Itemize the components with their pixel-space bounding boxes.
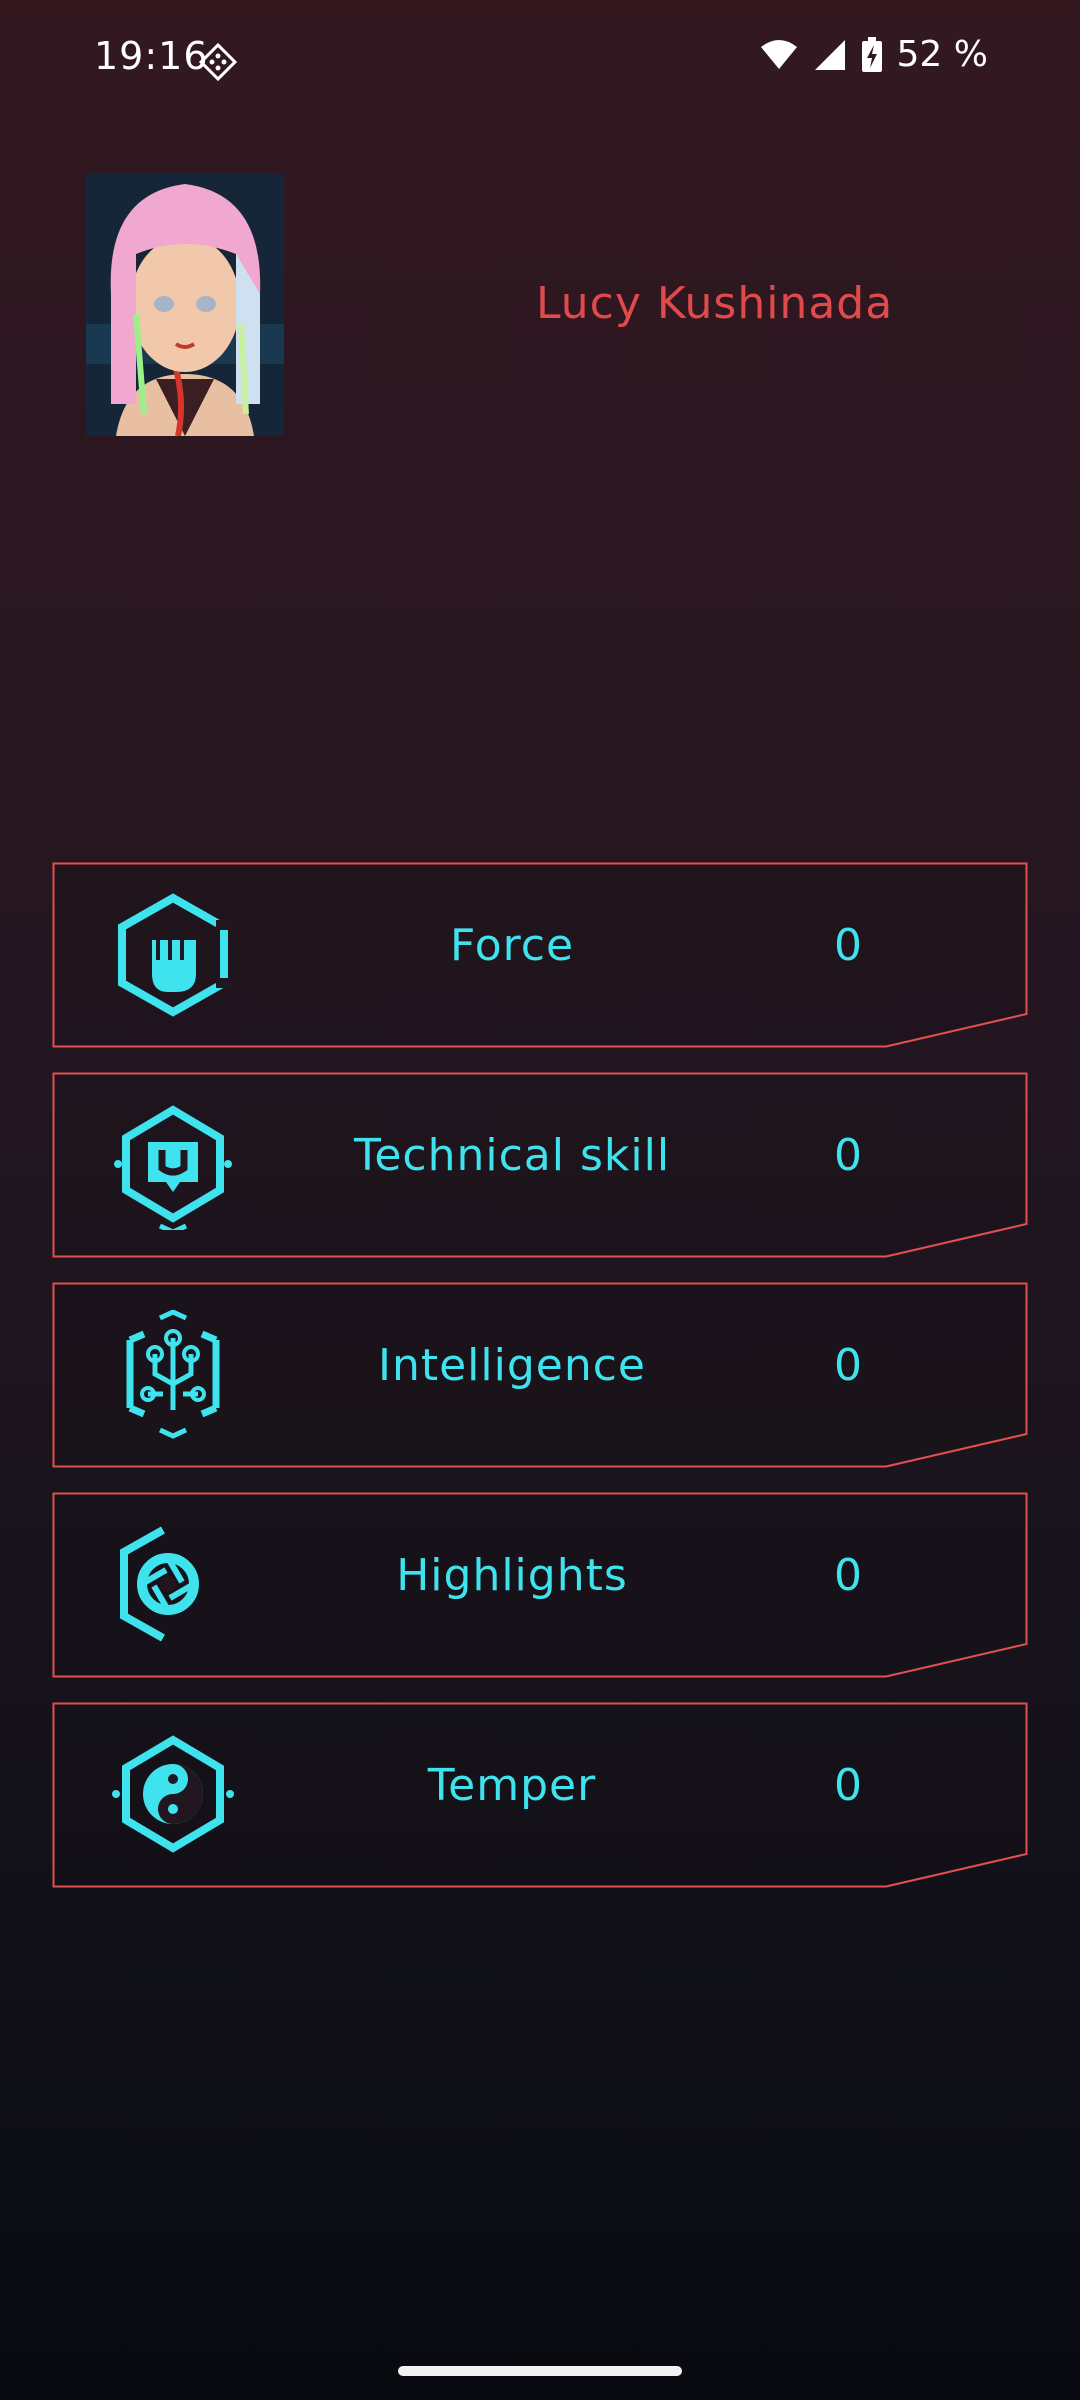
wrench-icon bbox=[114, 1105, 232, 1230]
avatar bbox=[86, 174, 284, 436]
stat-value: 0 bbox=[834, 1760, 862, 1811]
stat-card-intelligence[interactable]: Intelligence 0 bbox=[52, 1282, 1028, 1468]
stat-value: 0 bbox=[834, 920, 862, 971]
fist-icon bbox=[118, 893, 232, 1017]
clock: 19:16 bbox=[94, 34, 209, 78]
stat-label: Temper bbox=[427, 1760, 597, 1811]
character-name: Lucy Kushinada bbox=[536, 278, 894, 329]
navigation-handle[interactable] bbox=[398, 2366, 682, 2376]
stat-label: Technical skill bbox=[353, 1130, 671, 1181]
stat-label: Force bbox=[449, 920, 575, 971]
stat-card-technical-skill[interactable]: Technical skill 0 bbox=[52, 1072, 1028, 1258]
yin-yang-icon bbox=[112, 1735, 234, 1853]
stat-label: Highlights bbox=[396, 1550, 628, 1601]
wifi-icon bbox=[760, 39, 797, 69]
stat-value: 0 bbox=[834, 1340, 862, 1391]
aperture-icon bbox=[120, 1526, 199, 1642]
stat-value: 0 bbox=[834, 1130, 862, 1181]
stat-card-highlights[interactable]: Highlights 0 bbox=[52, 1492, 1028, 1678]
signal-icon bbox=[814, 39, 845, 70]
battery-percent: 52 % bbox=[896, 34, 988, 75]
status-bar: 19:16 52 % bbox=[0, 0, 1080, 120]
stat-card-temper[interactable]: Temper 0 bbox=[52, 1702, 1028, 1888]
stat-value: 0 bbox=[834, 1550, 862, 1601]
battery-charging-icon bbox=[861, 36, 882, 72]
notification-diamond-icon bbox=[198, 42, 238, 82]
stat-card-force[interactable]: Force 0 bbox=[52, 862, 1028, 1048]
stat-label: Intelligence bbox=[377, 1340, 646, 1391]
circuit-icon bbox=[126, 1310, 220, 1439]
status-icons: 52 % bbox=[759, 34, 988, 75]
